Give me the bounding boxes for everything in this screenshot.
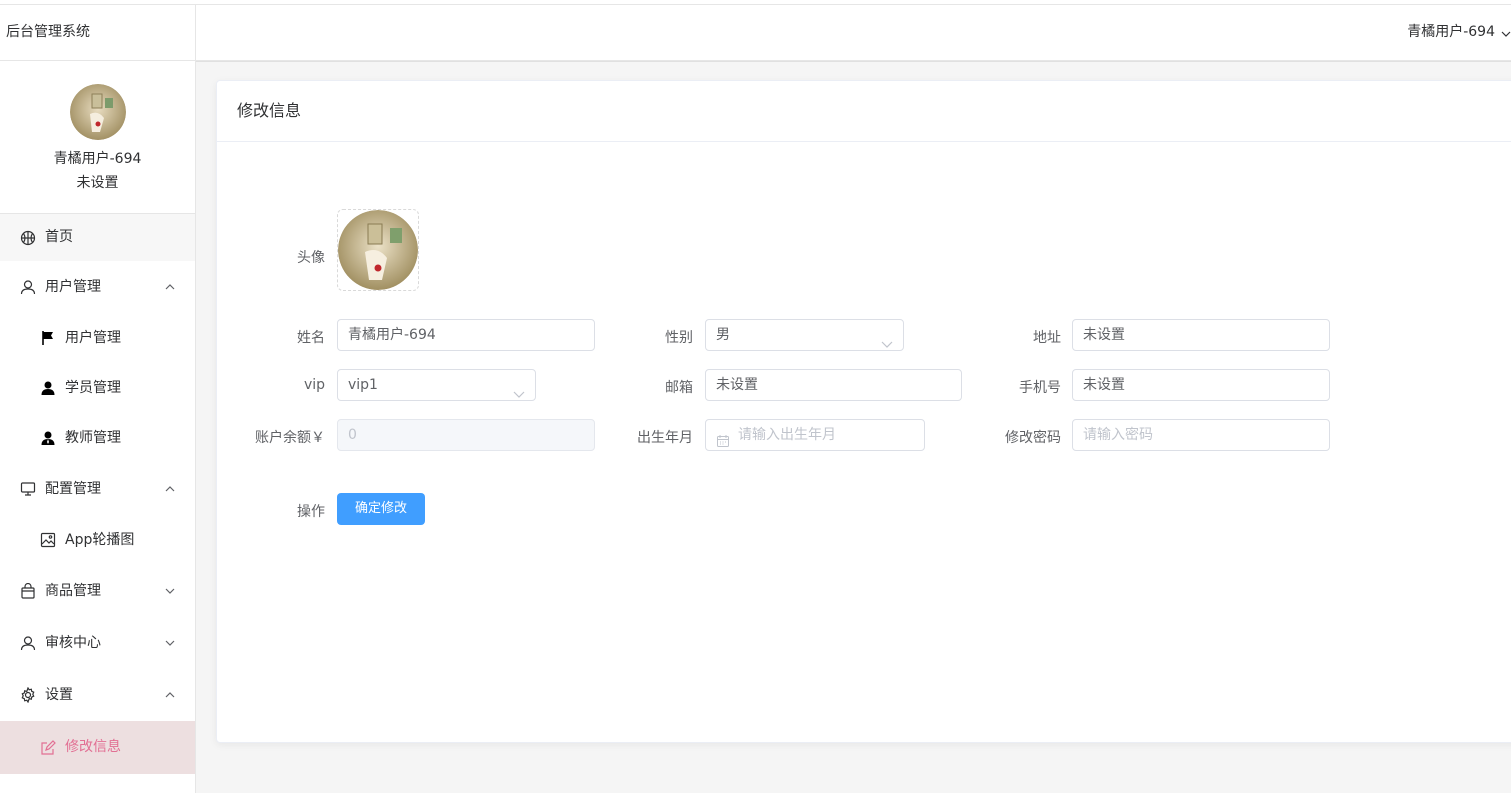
user-icon (20, 635, 36, 651)
edit-icon (40, 739, 56, 756)
flag-icon (40, 330, 56, 346)
sidebar-item-home[interactable]: 首页 (0, 214, 195, 261)
monitor-icon (20, 481, 36, 497)
profile-subtitle: 未设置 (76, 175, 119, 191)
sidebar-item-label: 商品管理 (45, 583, 101, 599)
gender-value: 男 (716, 327, 730, 343)
birth-date-picker[interactable]: 请输入出生年月 (705, 419, 925, 451)
phone-label: 手机号 (1019, 380, 1061, 396)
avatar-label: 头像 (297, 250, 325, 266)
sidebar-item-label: 学员管理 (65, 380, 121, 396)
gender-select[interactable]: 男 (705, 319, 904, 351)
chevron-up-icon (165, 690, 175, 700)
sidebar-item-config-mgmt[interactable]: 配置管理 (0, 463, 195, 515)
calendar-icon (716, 429, 730, 447)
birth-label: 出生年月 (637, 430, 693, 446)
sidebar-item-goods-mgmt[interactable]: 商品管理 (0, 565, 195, 617)
vip-value: vip1 (348, 377, 378, 393)
header-user-menu[interactable]: 青橘用户-694 (1407, 5, 1495, 59)
sidebar-item-label: App轮播图 (65, 532, 135, 548)
sidebar-item-label: 修改信息 (65, 739, 121, 755)
sidebar-item-label: 首页 (45, 229, 73, 245)
sidebar-item-label: 设置 (45, 687, 73, 703)
sidebar-item-app-carousel[interactable]: App轮播图 (0, 515, 195, 565)
chevron-down-icon (881, 330, 893, 348)
vip-label: vip (303, 377, 325, 393)
sidebar-item-label: 用户管理 (45, 279, 101, 295)
teacher-icon (40, 430, 56, 446)
top-header: 青橘用户-694 (196, 5, 1511, 61)
submit-button[interactable]: 确定修改 (337, 493, 425, 525)
chevron-down-icon[interactable] (1501, 27, 1511, 37)
password-label: 修改密码 (1005, 430, 1061, 446)
sidebar-item-settings[interactable]: 设置 (0, 669, 195, 721)
user-icon (20, 279, 36, 295)
sidebar-item-teacher-mgmt[interactable]: 教师管理 (0, 413, 195, 463)
sidebar-item-user-mgmt-sub[interactable]: 用户管理 (0, 313, 195, 363)
address-input[interactable]: 未设置 (1072, 319, 1330, 351)
avatar (338, 210, 418, 290)
chevron-up-icon (165, 484, 175, 494)
action-label: 操作 (297, 504, 325, 520)
basketball-icon (20, 230, 36, 246)
card-title: 修改信息 (217, 81, 1511, 142)
picture-icon (40, 532, 56, 548)
gear-icon (20, 687, 36, 703)
sidebar-item-student-mgmt[interactable]: 学员管理 (0, 363, 195, 413)
sidebar-item-label: 审核中心 (45, 635, 101, 651)
birth-placeholder: 请输入出生年月 (738, 427, 836, 443)
chevron-down-icon (513, 380, 525, 398)
name-label: 姓名 (297, 330, 325, 346)
chevron-up-icon (165, 282, 175, 292)
shopping-bag-icon (20, 583, 36, 599)
user-solid-icon (40, 380, 56, 396)
sidebar-item-review-center[interactable]: 审核中心 (0, 617, 195, 669)
balance-label: 账户余额￥ (255, 430, 325, 446)
edit-info-card: 修改信息 头像 姓名 青橘用户-694 性别 男 地址 未设置 vip vip1… (216, 80, 1511, 743)
sidebar-item-label: 配置管理 (45, 481, 101, 497)
sidebar-profile: 青橘用户-694 未设置 (0, 61, 195, 214)
email-label: 邮箱 (665, 380, 693, 396)
gender-label: 性别 (665, 330, 693, 346)
brand-title: 后台管理系统 (0, 5, 195, 61)
profile-name: 青橘用户-694 (53, 151, 142, 167)
balance-input: 0 (337, 419, 595, 451)
sidebar-item-label: 用户管理 (65, 330, 121, 346)
main-content: 修改信息 头像 姓名 青橘用户-694 性别 男 地址 未设置 vip vip1… (196, 61, 1511, 793)
chevron-down-icon (165, 638, 175, 648)
address-label: 地址 (1033, 330, 1061, 346)
avatar-uploader[interactable] (337, 209, 419, 291)
sidebar-item-user-mgmt[interactable]: 用户管理 (0, 261, 195, 313)
sidebar: 后台管理系统 青橘用户-694 未设置 首页 用户管理 用户管理 学员管理 教师… (0, 5, 196, 793)
password-input[interactable]: 请输入密码 (1072, 419, 1330, 451)
vip-select[interactable]: vip1 (337, 369, 536, 401)
avatar[interactable] (69, 84, 126, 140)
name-input[interactable]: 青橘用户-694 (337, 319, 595, 351)
email-input[interactable]: 未设置 (705, 369, 962, 401)
sidebar-item-edit-info[interactable]: 修改信息 (0, 721, 195, 774)
sidebar-item-label: 教师管理 (65, 430, 121, 446)
chevron-down-icon (165, 586, 175, 596)
phone-input[interactable]: 未设置 (1072, 369, 1330, 401)
